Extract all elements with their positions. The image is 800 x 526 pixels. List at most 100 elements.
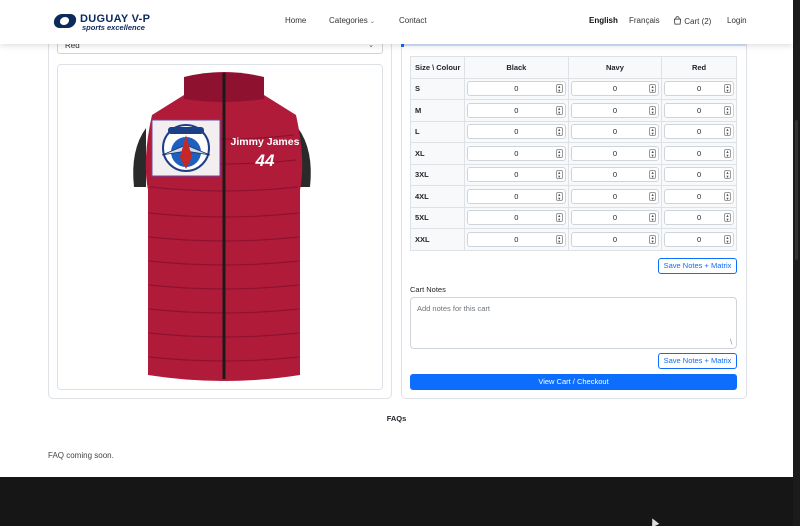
shopping-bag-icon xyxy=(673,16,682,25)
stepper-arrows-icon[interactable]: ▲ ▼ xyxy=(724,170,731,180)
nav-contact[interactable]: Contact xyxy=(399,16,427,25)
lang-english[interactable]: English xyxy=(589,16,618,25)
stepper-arrows-icon[interactable]: ▲ ▼ xyxy=(555,127,563,137)
checkout-button[interactable]: View Cart / Checkout xyxy=(410,374,737,390)
stepper-arrows-icon[interactable]: ▲ ▼ xyxy=(649,84,657,94)
matrix-cell: 0 ▲ ▼ xyxy=(661,99,737,122)
matrix-cell: 0 ▲ ▼ xyxy=(661,77,737,100)
quantity-input[interactable]: 0 ▲ ▼ xyxy=(664,145,734,161)
quantity-input[interactable]: 0 ▲ ▼ xyxy=(570,188,660,204)
size-label: S xyxy=(410,77,465,100)
quantity-input[interactable]: 0 ▲ ▼ xyxy=(467,145,566,161)
quantity-input[interactable]: 0 ▲ ▼ xyxy=(467,231,566,247)
login-link[interactable]: Login xyxy=(727,16,747,25)
quantity-value: 0 xyxy=(514,127,519,137)
lang-francais[interactable]: Français xyxy=(629,16,660,25)
stepper-arrows-icon[interactable]: ▲ ▼ xyxy=(649,148,657,158)
stepper-arrows-icon[interactable]: ▲ ▼ xyxy=(724,148,731,158)
stepper-arrows-icon[interactable]: ▲ ▼ xyxy=(724,105,731,115)
matrix-cell: 0 ▲ ▼ xyxy=(567,206,663,229)
quantity-value: 0 xyxy=(612,148,617,158)
quantity-value: 0 xyxy=(696,127,702,137)
quantity-input[interactable]: 0 ▲ ▼ xyxy=(570,210,660,226)
stepper-arrows-icon[interactable]: ▲ ▼ xyxy=(649,127,657,137)
stepper-arrows-icon[interactable]: ▲ ▼ xyxy=(555,148,563,158)
quantity-input[interactable]: 0 ▲ ▼ xyxy=(570,124,660,140)
site-logo[interactable]: DUGUAY V-P sports excellence xyxy=(52,12,154,32)
quantity-input[interactable]: 0 ▲ ▼ xyxy=(467,188,566,204)
stepper-arrows-icon[interactable]: ▲ ▼ xyxy=(555,170,563,180)
stepper-arrows-icon[interactable]: ▲ ▼ xyxy=(649,234,657,244)
save-notes-matrix-button-top[interactable]: Save Notes + Matrix xyxy=(658,258,737,274)
cart-notes-textarea[interactable]: Add notes for this cart ∖ xyxy=(410,297,737,349)
cart-link[interactable]: Cart (2) xyxy=(673,16,711,26)
stepper-arrows-icon[interactable]: ▲ ▼ xyxy=(649,213,657,223)
quantity-input[interactable]: 0 ▲ ▼ xyxy=(664,124,734,140)
stepper-arrows-icon[interactable]: ▲ ▼ xyxy=(724,127,731,137)
quantity-input[interactable]: 0 ▲ ▼ xyxy=(570,102,660,118)
size-label: 5XL xyxy=(410,206,465,229)
size-label: L xyxy=(410,120,465,143)
quantity-input[interactable]: 0 ▲ ▼ xyxy=(467,102,566,118)
matrix-row: XXL 0 ▲ ▼ 0 ▲ ▼ 0 ▲ ▼ xyxy=(410,228,737,251)
quantity-input[interactable]: 0 ▲ ▼ xyxy=(467,124,566,140)
quantity-value: 0 xyxy=(696,191,702,201)
quantity-input[interactable]: 0 ▲ ▼ xyxy=(467,81,566,97)
stepper-arrows-icon[interactable]: ▲ ▼ xyxy=(555,234,563,244)
quantity-input[interactable]: 0 ▲ ▼ xyxy=(570,231,660,247)
quantity-input[interactable]: 0 ▲ ▼ xyxy=(664,81,734,97)
quantity-input[interactable]: 0 ▲ ▼ xyxy=(664,210,734,226)
stepper-arrows-icon[interactable]: ▲ ▼ xyxy=(649,170,657,180)
stepper-arrows-icon[interactable]: ▲ ▼ xyxy=(724,234,731,244)
logo-mark-icon xyxy=(52,14,78,28)
quantity-input[interactable]: 0 ▲ ▼ xyxy=(664,231,734,247)
stepper-arrows-icon[interactable]: ▲ ▼ xyxy=(724,84,731,94)
product-image: Jimmy James 44 xyxy=(57,64,383,390)
matrix-cell: 0 ▲ ▼ xyxy=(464,120,569,143)
matrix-cell: 0 ▲ ▼ xyxy=(464,185,569,208)
quantity-input[interactable]: 0 ▲ ▼ xyxy=(467,210,566,226)
save-notes-matrix-button-bottom[interactable]: Save Notes + Matrix xyxy=(658,353,737,369)
stepper-arrows-icon[interactable]: ▲ ▼ xyxy=(724,191,731,201)
matrix-row: M 0 ▲ ▼ 0 ▲ ▼ 0 ▲ ▼ xyxy=(410,99,737,122)
card-accent xyxy=(401,44,404,47)
stepper-arrows-icon[interactable]: ▲ ▼ xyxy=(555,84,563,94)
resize-handle-icon[interactable]: ∖ xyxy=(729,338,733,346)
nav-categories[interactable]: Categories ⌄ xyxy=(329,16,375,25)
quantity-value: 0 xyxy=(514,191,519,201)
matrix-row: 3XL 0 ▲ ▼ 0 ▲ ▼ 0 ▲ ▼ xyxy=(410,163,737,186)
scrollbar-region[interactable] xyxy=(793,0,800,526)
quantity-input[interactable]: 0 ▲ ▼ xyxy=(664,167,734,183)
stepper-arrows-icon[interactable]: ▲ ▼ xyxy=(649,105,657,115)
matrix-cell: 0 ▲ ▼ xyxy=(661,185,737,208)
matrix-cell: 0 ▲ ▼ xyxy=(567,163,663,186)
quantity-value: 0 xyxy=(612,127,617,137)
matrix-row: 5XL 0 ▲ ▼ 0 ▲ ▼ 0 ▲ ▼ xyxy=(410,206,737,229)
cart-label: Cart (2) xyxy=(684,17,712,26)
quantity-value: 0 xyxy=(514,105,519,115)
stepper-arrows-icon[interactable]: ▲ ▼ xyxy=(724,213,731,223)
matrix-cell: 0 ▲ ▼ xyxy=(567,142,663,165)
quantity-input[interactable]: 0 ▲ ▼ xyxy=(664,188,734,204)
quantity-value: 0 xyxy=(696,84,702,94)
faq-text: FAQ coming soon. xyxy=(48,451,114,460)
logo-subtitle: sports excellence xyxy=(82,23,145,32)
quantity-input[interactable]: 0 ▲ ▼ xyxy=(664,102,734,118)
quantity-input[interactable]: 0 ▲ ▼ xyxy=(570,145,660,161)
stepper-arrows-icon[interactable]: ▲ ▼ xyxy=(555,105,563,115)
stepper-arrows-icon[interactable]: ▲ ▼ xyxy=(649,191,657,201)
size-label: 4XL xyxy=(410,185,465,208)
chevron-down-icon: ⌄ xyxy=(369,19,375,25)
quantity-input[interactable]: 0 ▲ ▼ xyxy=(467,167,566,183)
matrix-row: XL 0 ▲ ▼ 0 ▲ ▼ 0 ▲ ▼ xyxy=(410,142,737,165)
nav-home[interactable]: Home xyxy=(285,16,306,25)
size-label: XL xyxy=(410,142,465,165)
stepper-arrows-icon[interactable]: ▲ ▼ xyxy=(555,191,563,201)
column-header-black: Black xyxy=(464,56,569,79)
size-colour-matrix: Size \ Colour Black Navy Red S 0 ▲ ▼ 0 ▲ ▼ 0 ▲ ▼ M… xyxy=(410,56,737,251)
size-label: 3XL xyxy=(410,163,465,186)
quantity-value: 0 xyxy=(514,170,519,180)
quantity-input[interactable]: 0 ▲ ▼ xyxy=(570,167,660,183)
quantity-input[interactable]: 0 ▲ ▼ xyxy=(570,81,660,97)
stepper-arrows-icon[interactable]: ▲ ▼ xyxy=(555,213,563,223)
